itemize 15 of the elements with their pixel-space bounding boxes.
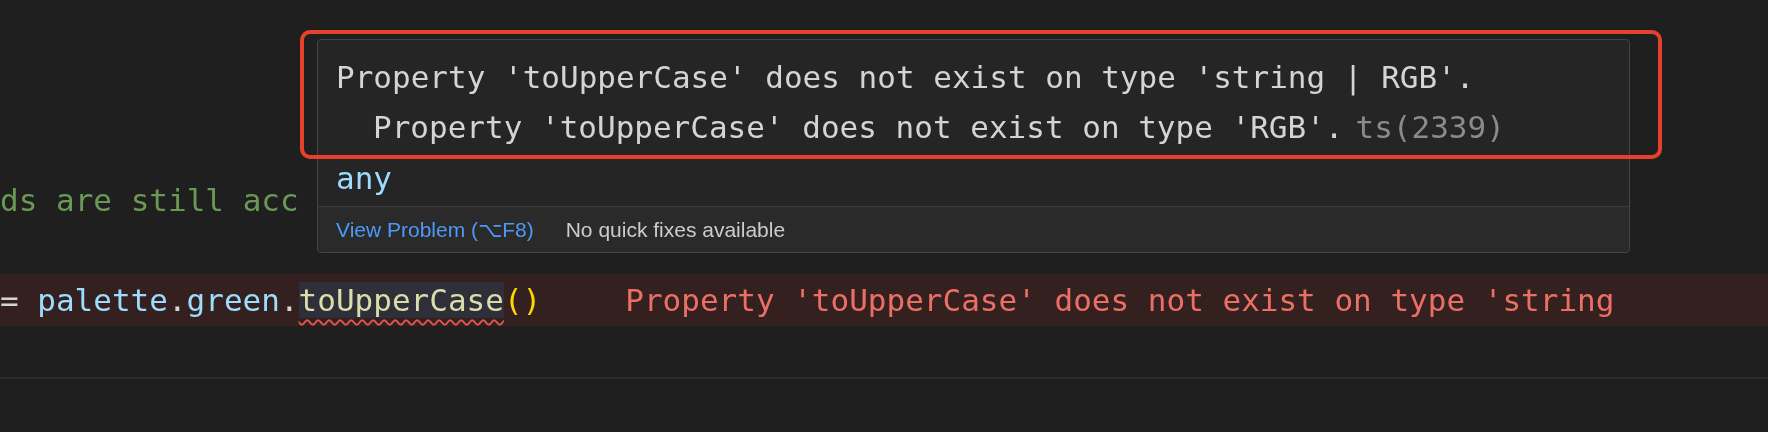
quick-fix-status: No quick fixes available <box>565 217 786 242</box>
view-problem-link[interactable]: View Problem (⌥F8) <box>336 217 534 242</box>
error-code: ts(2339) <box>1355 109 1505 145</box>
code-token: = <box>0 282 19 318</box>
type-label: any <box>335 159 393 198</box>
code-token: . <box>167 282 187 318</box>
code-token: green <box>186 282 280 318</box>
code-token: () <box>503 282 542 318</box>
code-token: . <box>279 282 299 318</box>
inline-error-message: Property 'toUpperCase' does not exist on type 'string <box>625 282 1615 318</box>
error-message: Property 'toUpperCase' does not exist on type 'RGB'. <box>373 109 1344 145</box>
code-token: toUpperCase <box>298 282 504 318</box>
error-message: Property 'toUpperCase' does not exist on type 'string | RGB'. <box>336 59 1475 95</box>
code-token: palette <box>37 282 168 318</box>
code-comment: ds are still acc <box>0 182 299 218</box>
